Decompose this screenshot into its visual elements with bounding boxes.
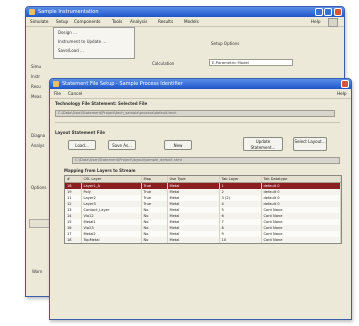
dropdown-item-save-load[interactable]: Save/Load ...: [58, 48, 84, 53]
menu-simulate[interactable]: Simulate: [30, 18, 49, 25]
menu-analysis[interactable]: Analysis: [130, 18, 147, 25]
left-label-resu: Resu: [31, 84, 41, 89]
dialog-menu-file[interactable]: File: [54, 90, 61, 97]
dropdown-item-design[interactable]: Design ...: [58, 30, 77, 35]
left-label-meas: Meas: [31, 94, 42, 99]
dialog-menu-cancel[interactable]: Cancel: [68, 90, 82, 97]
tech-file-path: C:\Data\User\Statement\Project\tech_samp…: [55, 110, 335, 117]
menu-setup[interactable]: Setup: [56, 18, 68, 25]
app-icon: [29, 9, 35, 15]
left-label-analys: Analys: [31, 143, 45, 148]
back-window-titlebar[interactable]: Sample Instrumentation: [26, 7, 344, 17]
left-label-options: Options: [31, 185, 47, 190]
menu-tools[interactable]: Tools: [112, 18, 122, 25]
menu-help[interactable]: Help: [311, 18, 321, 25]
table-cell: 10: [219, 237, 262, 243]
dialog-icon: [53, 81, 59, 87]
update-statement-button[interactable]: Update Statement...: [243, 137, 283, 151]
mapping-table: # CSL Layer Map Use Type Tab Layer Tab D…: [64, 175, 342, 244]
separator: [55, 122, 340, 123]
setup-dropdown-menu: Design ... Instrument to Update ... Save…: [53, 27, 135, 59]
table-cell: Metal: [167, 237, 220, 243]
dialog-close-icon[interactable]: [341, 80, 349, 88]
menu-models[interactable]: Models: [184, 18, 199, 25]
select-layout-button[interactable]: Select Layout...: [293, 137, 327, 151]
table-cell: 18: [65, 237, 82, 243]
dialog-menubar: File Cancel Help: [50, 89, 351, 99]
left-label-diagno: Diagno: [31, 133, 46, 138]
dropdown-item-instrument[interactable]: Instrument to Update ...: [58, 39, 106, 44]
minimize-icon[interactable]: [315, 8, 323, 16]
menu-results[interactable]: Results: [158, 18, 173, 25]
table-cell: TopMetal: [81, 237, 142, 243]
table-row[interactable]: 18 TopMetal No Metal 10 Cont None: [65, 237, 341, 243]
mapping-table-title: Mapping from Layers to Stream: [64, 168, 136, 173]
left-label-simu: Simu: [31, 64, 42, 69]
setup-options-label: Setup Options: [211, 41, 240, 46]
load-button[interactable]: Load...: [68, 140, 96, 150]
dialog-menu-help[interactable]: Help: [337, 90, 347, 97]
left-label-instr: Instr: [31, 74, 41, 79]
menu-components[interactable]: Components: [74, 18, 101, 25]
calculation-label: Calculation: [152, 61, 175, 66]
save-as-button[interactable]: Save As...: [108, 140, 136, 150]
mapping-table-body: 18 Layer1_A True Metal 1 default 0 19 Poly True M…: [65, 182, 341, 243]
menu-help-icon[interactable]: [328, 18, 338, 27]
tech-file-label: Technology File Statement: Selected File: [55, 101, 148, 106]
dialog-titlebar[interactable]: Statement File Setup - Sample Process Id…: [50, 79, 351, 89]
back-window-title: Sample Instrumentation: [38, 9, 99, 15]
maximize-icon[interactable]: [324, 8, 332, 16]
calculation-select[interactable]: E-Parametric Model: [209, 59, 293, 66]
close-icon[interactable]: [334, 8, 342, 16]
layout-file-path: C:\Data\User\Statement\Project\layout\sa…: [72, 157, 340, 164]
layout-file-label: Layout Statement File: [55, 130, 105, 135]
dialog-title: Statement File Setup - Sample Process Id…: [62, 81, 183, 87]
new-button[interactable]: New: [164, 140, 192, 150]
table-cell: No: [141, 237, 168, 243]
table-cell: Cont None: [261, 237, 341, 243]
back-menubar: Simulate Setup Components Tools Analysis…: [26, 17, 344, 27]
statement-file-dialog: Statement File Setup - Sample Process Id…: [49, 78, 352, 320]
warnings-label: Warn: [32, 269, 43, 274]
